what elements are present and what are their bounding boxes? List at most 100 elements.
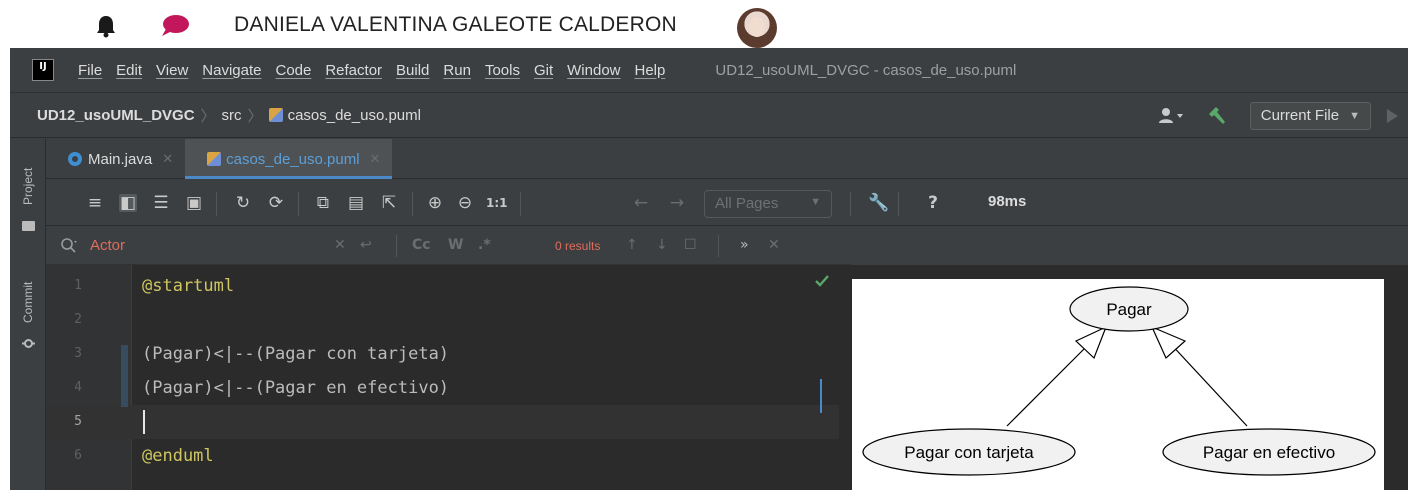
help-button[interactable]: ? [924, 194, 942, 212]
line-number: 3 [74, 346, 82, 361]
search-results-count: 0 results [555, 239, 601, 253]
code-line-current[interactable]: 5 [46, 405, 839, 439]
search-icon[interactable] [60, 237, 78, 255]
ide-window: IJ File Edit View Navigate Code Refactor Build… [10, 48, 1408, 490]
match-case-toggle[interactable]: Cc [412, 237, 431, 253]
layout-icon[interactable]: ☰ [152, 194, 170, 212]
run-play-icon[interactable] [1387, 108, 1398, 123]
tab-main-java[interactable]: Main.java ✕ [46, 139, 185, 179]
more-options-button[interactable]: » [740, 237, 749, 253]
new-line-icon[interactable]: ↩ [360, 237, 372, 253]
menu-item-refactor[interactable]: Refactor [325, 62, 382, 79]
intellij-logo-icon[interactable]: IJ [32, 59, 54, 81]
menu-items: File Edit View Navigate Code Refactor Build Run… [78, 62, 679, 79]
puml-file-icon [268, 108, 283, 122]
menu-item-navigate[interactable]: Navigate [202, 62, 261, 79]
plantuml-toolbar: ≡ ◧ ☰ ▣ ↻ ⟳ ⧉ ▤ ⇱ ⊕ ⊖ 1:1 ← → All Pages … [46, 180, 1408, 226]
regex-toggle[interactable]: .* [478, 237, 491, 253]
arrow-down-icon[interactable]: ↓ [656, 237, 668, 253]
wrench-icon[interactable]: 🔧 [868, 194, 889, 212]
menu-item-build[interactable]: Build [396, 62, 429, 79]
breadcrumb-separator-icon: 〉 [247, 106, 263, 125]
username[interactable]: DANIELA VALENTINA GALEOTE CALDERON [234, 13, 677, 37]
navigation-bar: UD12_usoUML_DVGC 〉 src 〉 casos_de_uso.pu… [10, 92, 1408, 138]
toolbar-separator [850, 192, 851, 216]
change-marker [121, 345, 128, 407]
line-number: 2 [74, 312, 82, 327]
line-text: @enduml [142, 446, 214, 466]
line-text: (Pagar)<|--(Pagar con tarjeta) [142, 344, 450, 364]
reload-icon[interactable]: ↻ [234, 194, 252, 212]
editor-tabs: Main.java ✕ casos_de_uso.puml ✕ [46, 139, 1408, 179]
toolbar-separator [718, 235, 719, 257]
code-editor[interactable]: 1 @startuml 2 3 (Pagar)<|--(Pagar con ta… [46, 265, 839, 490]
toolbar-separator [298, 192, 299, 216]
breadcrumb-file[interactable]: casos_de_uso.puml [288, 107, 421, 124]
breadcrumb-separator-icon: 〉 [200, 106, 216, 125]
chevron-down-icon: ▼ [810, 196, 821, 208]
arrow-left-icon[interactable]: ← [632, 194, 650, 212]
clear-search-icon[interactable]: ✕ [334, 237, 346, 253]
save-icon[interactable]: ▤ [347, 194, 365, 212]
refresh-icon[interactable]: ⟳ [267, 194, 285, 212]
copy-icon[interactable]: ⧉ [314, 194, 332, 212]
arrow-right-icon[interactable]: → [668, 194, 686, 212]
toolbar-separator [412, 192, 413, 216]
code-line[interactable]: 2 [46, 303, 839, 337]
split-view-icon[interactable]: ◧ [119, 194, 137, 212]
avatar-face [749, 17, 765, 37]
bell-icon[interactable] [95, 14, 117, 38]
code-line[interactable]: 1 @startuml [46, 269, 839, 303]
code-line[interactable]: 6 @enduml [46, 439, 839, 473]
vcs-user-icon[interactable] [1158, 106, 1188, 126]
close-search-icon[interactable]: ✕ [768, 237, 780, 253]
zoom-out-icon[interactable]: ⊖ [456, 194, 474, 212]
whole-words-toggle[interactable]: W [448, 237, 463, 253]
scrollbar-marker [820, 379, 822, 413]
commit-icon[interactable] [22, 337, 35, 350]
build-hammer-icon[interactable] [1206, 105, 1228, 127]
preview-only-icon[interactable]: ▣ [185, 194, 203, 212]
menu-item-edit[interactable]: Edit [116, 62, 142, 79]
menu-item-view[interactable]: View [156, 62, 188, 79]
line-text: (Pagar)<|--(Pagar en efectivo) [142, 378, 450, 398]
code-line[interactable]: 4 (Pagar)<|--(Pagar en efectivo) [46, 371, 839, 405]
menu-item-tools[interactable]: Tools [485, 62, 520, 79]
menu-item-run[interactable]: Run [443, 62, 471, 79]
close-icon[interactable]: ✕ [370, 151, 381, 167]
diagram-preview[interactable]: Pagar Pagar con tarjeta Pagar en efectiv… [852, 279, 1384, 490]
breadcrumb-project[interactable]: UD12_usoUML_DVGC [37, 107, 195, 124]
text-cursor [143, 410, 145, 434]
close-icon[interactable]: ✕ [162, 151, 173, 167]
arrow-up-icon[interactable]: ↑ [626, 237, 638, 253]
generalization-edge [1167, 340, 1248, 427]
toolbar-separator [216, 192, 217, 216]
select-all-icon[interactable]: ☐ [684, 237, 697, 253]
breadcrumb-folder[interactable]: src [222, 107, 242, 124]
code-line[interactable]: 3 (Pagar)<|--(Pagar con tarjeta) [46, 337, 839, 371]
search-input[interactable]: Actor [90, 237, 125, 254]
tool-window-commit[interactable]: Commit [14, 269, 42, 335]
menu-item-help[interactable]: Help [635, 62, 666, 79]
export-icon[interactable]: ⇱ [380, 194, 398, 212]
menu-item-file[interactable]: File [78, 62, 102, 79]
toolbar-separator [396, 235, 397, 257]
zoom-in-icon[interactable]: ⊕ [426, 194, 444, 212]
menu-bar: IJ File Edit View Navigate Code Refactor Build… [10, 48, 1408, 92]
avatar[interactable] [737, 8, 777, 48]
chat-bubble-icon[interactable] [160, 14, 190, 38]
pages-select[interactable]: All Pages ▼ [704, 190, 832, 218]
run-configuration-select[interactable]: Current File ▼ [1249, 101, 1371, 130]
editor-only-icon[interactable]: ≡ [86, 194, 104, 212]
menu-item-git[interactable]: Git [534, 62, 553, 79]
generalization-edge [1006, 340, 1093, 427]
tab-casos-de-uso-puml[interactable]: casos_de_uso.puml ✕ [185, 139, 393, 179]
tool-window-project[interactable]: Project [14, 155, 42, 217]
actual-size-button[interactable]: 1:1 [486, 194, 508, 212]
menu-item-window[interactable]: Window [567, 62, 620, 79]
menu-item-code[interactable]: Code [275, 62, 311, 79]
user-bar: DANIELA VALENTINA GALEOTE CALDERON [0, 0, 1408, 48]
folder-icon[interactable] [22, 221, 35, 231]
use-case-label: Pagar en efectivo [1203, 443, 1335, 462]
java-class-icon [68, 152, 82, 166]
